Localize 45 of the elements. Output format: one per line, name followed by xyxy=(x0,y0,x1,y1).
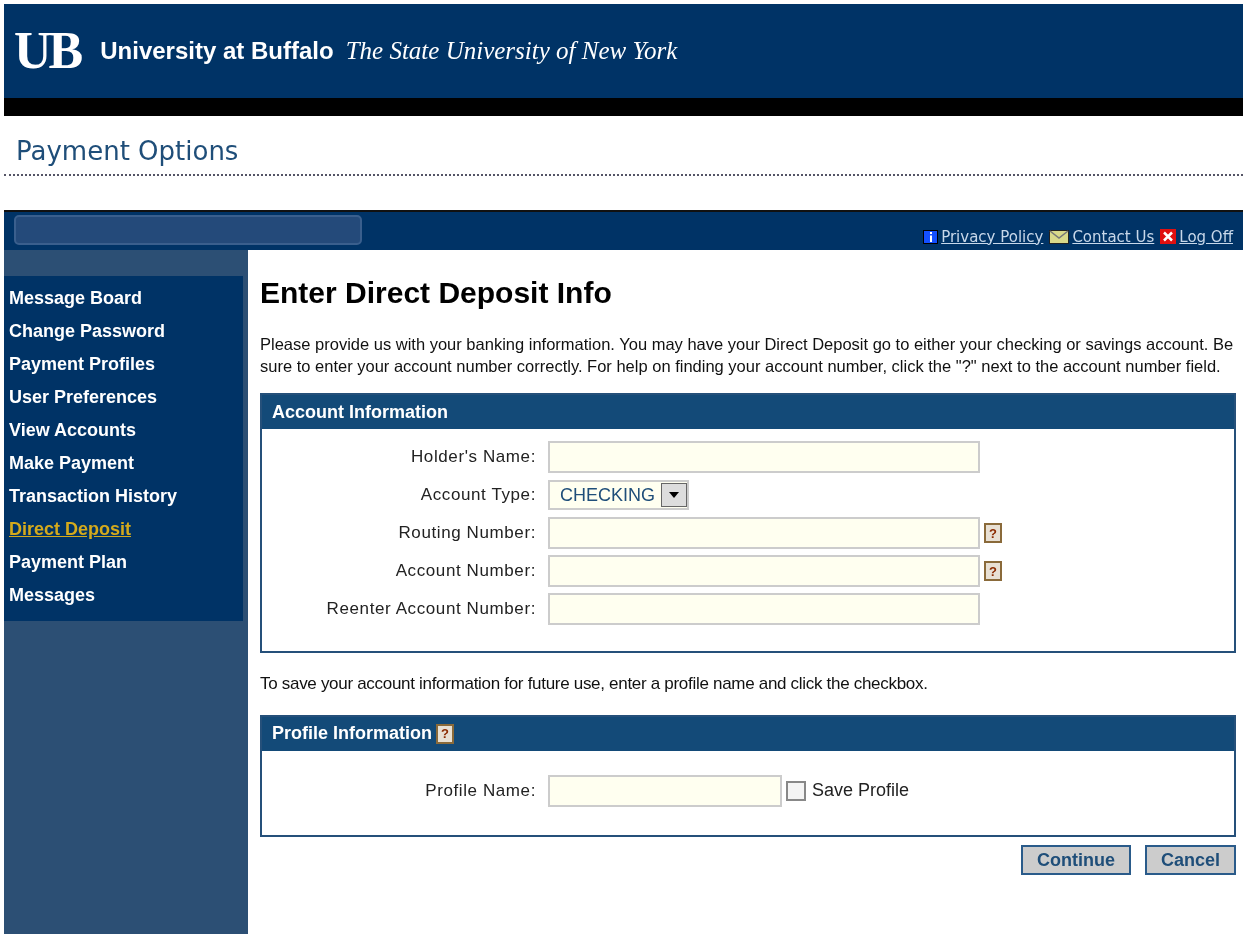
close-icon xyxy=(1160,229,1177,245)
info-icon xyxy=(923,229,939,244)
input-field[interactable] xyxy=(548,441,980,473)
sidebar-item[interactable]: Payment Plan xyxy=(9,550,128,574)
header-link[interactable]: Contact Us xyxy=(1072,225,1155,248)
mail-icon xyxy=(1049,229,1070,244)
field-label: Account Number: xyxy=(394,560,537,583)
tagline: The State University of New York xyxy=(345,36,678,67)
page-title: Payment Options xyxy=(16,135,240,168)
field-label: Account Type: xyxy=(419,484,537,507)
input-field[interactable] xyxy=(548,517,980,549)
field-label: Profile Name: xyxy=(424,779,537,802)
sidebar-item[interactable]: View Accounts xyxy=(9,418,137,442)
form-button[interactable]: Cancel xyxy=(1144,844,1236,875)
page-heading: Enter Direct Deposit Info xyxy=(260,275,613,311)
sidebar-item[interactable]: Change Password xyxy=(9,319,166,343)
sidebar-item[interactable]: Transaction History xyxy=(9,484,178,508)
account-type-select[interactable]: CHECKING xyxy=(548,480,689,510)
panel-title: Account Information xyxy=(272,400,448,424)
university-name: University at Buffalo xyxy=(100,36,334,66)
field-label: Routing Number: xyxy=(397,522,537,545)
help-button[interactable]: ? xyxy=(984,561,1002,581)
sidebar-item[interactable]: User Preferences xyxy=(9,385,158,409)
help-button[interactable]: ? xyxy=(436,723,454,744)
sidebar-item[interactable]: Messages xyxy=(9,583,96,607)
panel-title: Profile Information xyxy=(272,722,432,745)
logo: UB xyxy=(14,25,82,77)
field-label: Reenter Account Number: xyxy=(325,598,537,621)
sidebar-item[interactable]: Direct Deposit xyxy=(9,517,132,541)
input-field[interactable] xyxy=(548,555,980,587)
input-field[interactable] xyxy=(548,774,782,807)
save-profile-checkbox[interactable] xyxy=(786,780,806,801)
caret-icon xyxy=(661,483,687,507)
intro-text: Please provide us with your banking information. You may have your Direct Deposit go to either your checking or savings account. Be sure to enter your account number correctly. For help on finding your account number, click the "?" next to the account number field. xyxy=(260,334,1235,377)
form-button[interactable]: Continue xyxy=(1020,844,1131,875)
header-link[interactable]: Log Off xyxy=(1179,225,1233,248)
sidebar-item[interactable]: Make Payment xyxy=(9,451,135,475)
input-field[interactable] xyxy=(548,593,980,625)
field-label: Holder's Name: xyxy=(409,446,537,469)
checkbox-label: Save Profile xyxy=(812,779,910,802)
sidebar-item[interactable]: Message Board xyxy=(9,286,143,310)
header-link[interactable]: Privacy Policy xyxy=(941,225,1044,248)
help-button[interactable]: ? xyxy=(984,523,1002,543)
sidebar-item[interactable]: Payment Profiles xyxy=(9,352,156,376)
save-note: To save your account information for future use, enter a profile name and click the checkbox. xyxy=(260,673,929,695)
